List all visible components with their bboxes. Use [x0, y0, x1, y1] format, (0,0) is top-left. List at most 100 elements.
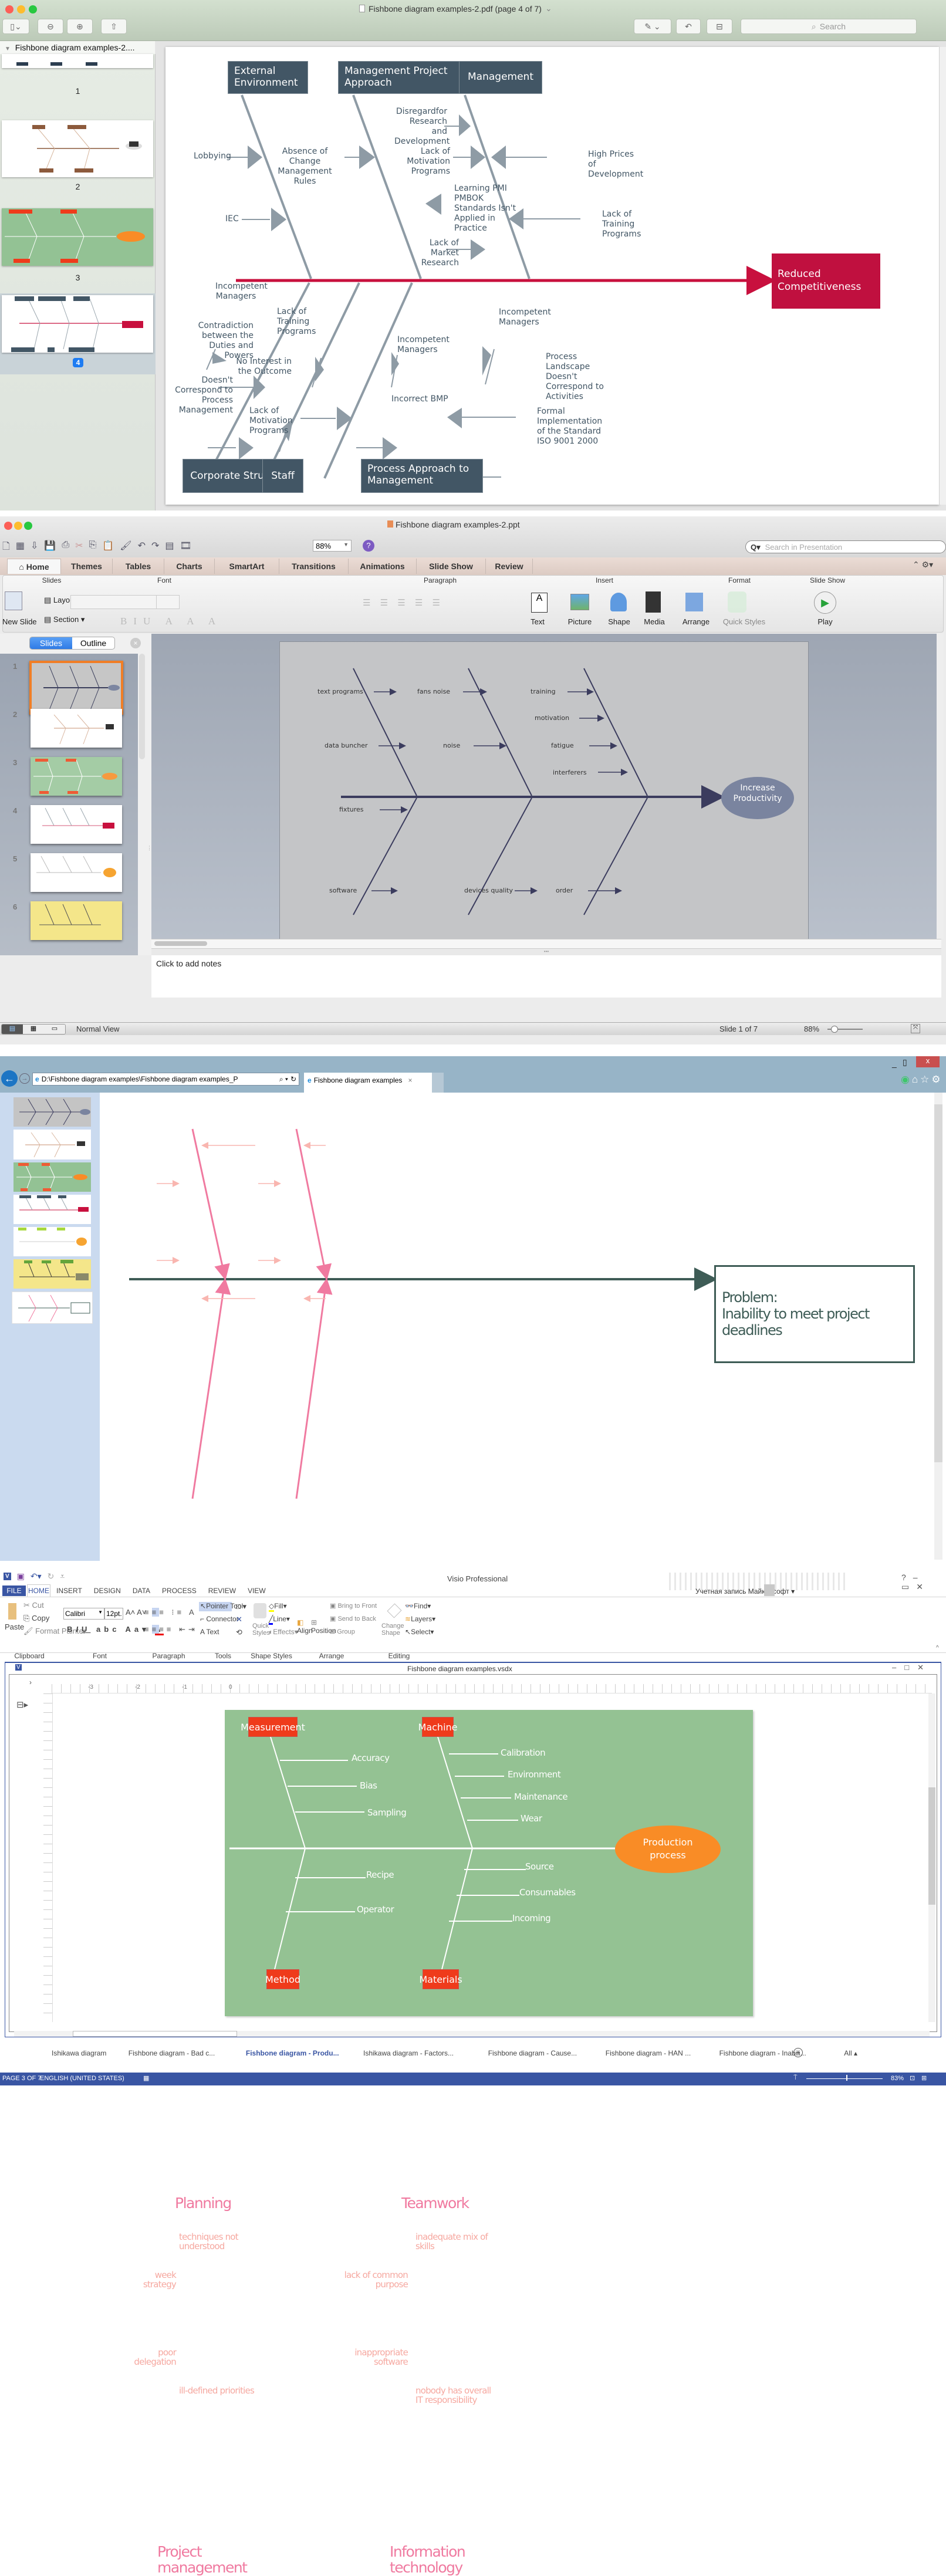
select-button[interactable]: ↖Select▾	[405, 1628, 434, 1636]
effect-ellipse[interactable]: Increase Productivity	[721, 783, 794, 804]
account-menu[interactable]: Учетная запись Майкрософт ▾	[695, 1587, 795, 1595]
current-slide[interactable]: Increase Productivity text programs data…	[279, 641, 809, 949]
tab-view[interactable]: VIEW	[248, 1587, 266, 1595]
media-browser-icon[interactable]: 🎞	[180, 540, 192, 556]
notes-area[interactable]: Click to add notes	[151, 955, 941, 998]
restore-window-button[interactable]: ▭	[901, 1582, 916, 1591]
slide-thumbnail-2[interactable]	[31, 709, 122, 748]
justify-buttons[interactable]: ≡≡≡≡ ⇤⇥	[144, 1625, 198, 1634]
paragraph-buttons[interactable]: ☰ ☰ ☰ ☰ ☰	[363, 597, 444, 608]
browser-scrollbar[interactable]	[934, 1093, 942, 1560]
sidebar-toggle-button[interactable]: ▯⌄	[2, 19, 29, 34]
collapse-ribbon-icon[interactable]: ⌃ ⚙▾	[913, 560, 933, 570]
new-slide-icon[interactable]	[5, 591, 22, 610]
category-method[interactable]: Method	[265, 1969, 300, 1989]
drawing-horizontal-scrollbar[interactable]	[14, 2031, 930, 2037]
category-measurement[interactable]: Measurement	[241, 1717, 305, 1737]
media-icon[interactable]	[646, 591, 661, 613]
save-icon[interactable]: ▣	[17, 1571, 25, 1581]
undo-icon[interactable]: ↶▾	[31, 1571, 42, 1581]
gallery-icon[interactable]: ▤	[165, 540, 174, 556]
font-size-select[interactable]: 12pt.	[104, 1608, 123, 1620]
minimize-window-button[interactable]: –	[913, 1573, 925, 1582]
page-tab[interactable]: Fishbone diagram - Cause...	[488, 2049, 577, 2057]
search-field[interactable]: ⌕ Search	[741, 19, 917, 34]
font-name-select[interactable]: Calibri ▼	[63, 1608, 104, 1620]
font-format-buttons[interactable]: BIU A A A	[120, 616, 222, 627]
status-icon[interactable]: ◉	[901, 1074, 912, 1085]
find-button[interactable]: 👓Find▾	[405, 1602, 431, 1610]
new-slide-button[interactable]: New Slide	[2, 617, 37, 626]
zoom-out-button[interactable]: ⊖	[38, 19, 63, 34]
paste-icon[interactable]: 📋	[102, 540, 114, 556]
tab-home[interactable]: ⌂ Home	[7, 559, 61, 574]
redo-icon[interactable]: ↻	[48, 1571, 55, 1581]
close-window-button[interactable]	[4, 522, 12, 530]
shape-button[interactable]: Shape	[606, 617, 633, 626]
tab-home[interactable]: HOME	[27, 1584, 50, 1597]
page-tab[interactable]: Fishbone diagram - Bad c...	[129, 2049, 215, 2057]
shape-icon[interactable]	[610, 593, 627, 611]
restore-window-button[interactable]: ▯	[903, 1057, 907, 1067]
paste-icon[interactable]	[8, 1603, 16, 1620]
zoom-slider-thumb[interactable]	[846, 2075, 847, 2081]
maximize-window-button[interactable]	[24, 522, 32, 530]
refresh-icon[interactable]: ↻	[290, 1075, 296, 1083]
new-document-icon[interactable]: 🗋	[2, 540, 10, 556]
tab-review[interactable]: REVIEW	[208, 1587, 236, 1595]
slide-sorter-view-button[interactable]: ▦	[23, 1025, 44, 1034]
connector-button[interactable]: ⌐ Connector	[200, 1615, 239, 1623]
cut-button[interactable]: ✂ Cut	[23, 1601, 44, 1610]
tab-charts[interactable]: Charts	[164, 559, 215, 574]
zoom-select[interactable]: 88% ▼	[313, 540, 352, 552]
new-tab-button[interactable]	[432, 1073, 444, 1093]
category-staff[interactable]: Staff	[262, 459, 303, 493]
templates-icon[interactable]: ▦	[16, 540, 25, 556]
rotate-button[interactable]: ↶	[676, 19, 701, 34]
text-button[interactable]: Text	[525, 617, 550, 626]
page-tab[interactable]: Fishbone diagram - Inabili...	[719, 2049, 806, 2057]
page-thumbnail[interactable]	[13, 1097, 91, 1127]
tab-data[interactable]: DATA	[133, 1587, 150, 1595]
home-icon[interactable]: ⌂	[912, 1074, 920, 1085]
category-materials[interactable]: Materials	[419, 1969, 462, 1989]
tab-slide-show[interactable]: Slide Show	[417, 559, 486, 574]
save-icon[interactable]: 💾	[44, 540, 56, 556]
collapse-ribbon-icon[interactable]: ^	[936, 1645, 939, 1651]
text-box-icon[interactable]: A	[531, 593, 548, 613]
zoom-slider[interactable]	[806, 2078, 883, 2079]
tab-file[interactable]: FILE	[2, 1586, 26, 1596]
change-shape-button[interactable]: Change Shape	[381, 1622, 404, 1637]
copy-button[interactable]: ⎘ Copy	[23, 1614, 49, 1623]
quick-styles-icon[interactable]	[254, 1603, 266, 1618]
customize-toolbar-icon[interactable]: ⩡	[60, 1571, 65, 1581]
slides-pane-scrollbar[interactable]	[139, 654, 145, 759]
fill-button[interactable]: ◇Fill▾	[269, 1602, 287, 1612]
macro-record-icon[interactable]: ▦	[143, 2074, 149, 2082]
group-button[interactable]: ⊡ Group	[330, 1628, 355, 1635]
close-window-button[interactable]: ✕	[916, 1582, 930, 1591]
paste-button[interactable]: Paste	[5, 1622, 24, 1631]
zoom-in-button[interactable]: ⊕	[67, 19, 93, 34]
undo-icon[interactable]: ↶	[138, 540, 146, 556]
print-icon[interactable]: ⎙	[62, 540, 69, 556]
avatar[interactable]	[764, 1584, 775, 1596]
category-machine[interactable]: Machine	[418, 1717, 458, 1737]
copy-icon[interactable]: ⎘	[89, 540, 97, 556]
settings-gear-icon[interactable]: ⚙	[931, 1074, 942, 1085]
page-tab[interactable]: Ishikawa diagram - Factors...	[363, 2049, 454, 2057]
doc-maximize-button[interactable]: □	[904, 1663, 917, 1672]
tab-themes[interactable]: Themes	[61, 559, 113, 574]
toolbox-button[interactable]: ⊟	[707, 19, 732, 34]
media-button[interactable]: Media	[641, 617, 668, 626]
slide-thumbnail-1-selected[interactable]	[29, 661, 123, 715]
quick-styles-icon[interactable]	[728, 591, 746, 613]
tab-process[interactable]: PROCESS	[162, 1587, 197, 1595]
slide-thumbnail-3[interactable]	[31, 757, 122, 796]
tab-review[interactable]: Review	[486, 559, 533, 574]
page-thumbnail-3[interactable]	[2, 208, 153, 266]
effect-box[interactable]: Reduced Competitiveness	[772, 253, 880, 309]
expand-shapes-icon[interactable]: ›	[29, 1678, 32, 1686]
page-thumbnail[interactable]	[13, 1130, 91, 1159]
page-thumbnail-1[interactable]	[2, 54, 153, 68]
